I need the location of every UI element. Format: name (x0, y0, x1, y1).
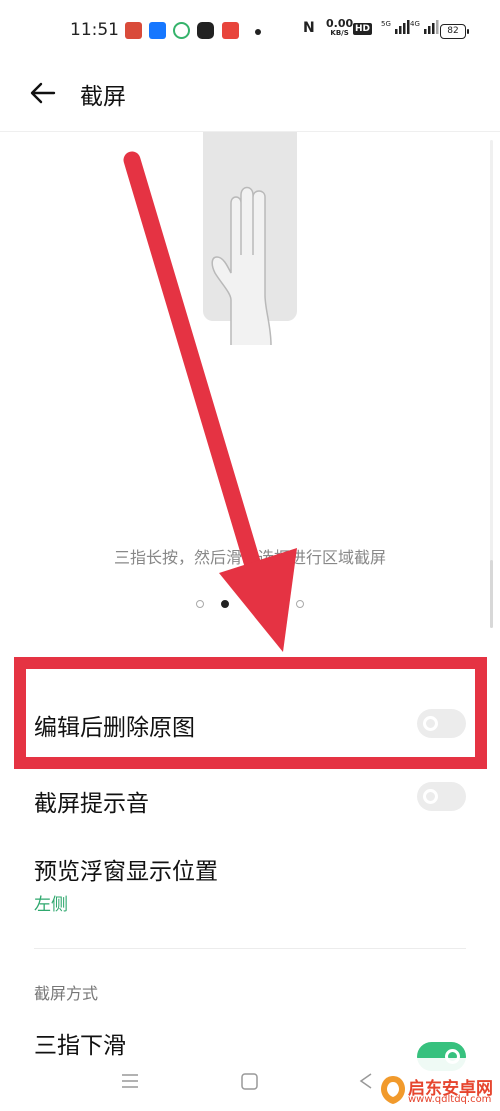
three-finger-hand-icon (211, 186, 272, 345)
home-square-icon[interactable] (240, 1071, 260, 1091)
page-dot[interactable] (246, 600, 254, 608)
section-divider (34, 948, 466, 949)
preview-position-value: 左侧 (34, 895, 68, 915)
watermark-logo-icon (381, 1076, 405, 1104)
toggle-knob (423, 789, 438, 804)
app-notification-icon (149, 22, 166, 39)
page-title: 截屏 (80, 84, 126, 110)
scrollbar[interactable] (490, 140, 493, 628)
menu-icon[interactable] (120, 1071, 140, 1091)
network-speed-unit: KB/S (330, 29, 349, 37)
app-header: 截屏 (0, 68, 500, 118)
app-notification-icon (173, 22, 190, 39)
network-speed: 0.00 KB/S (326, 17, 354, 38)
app-notification-icon (222, 22, 239, 39)
signal-4g-label: 4G (410, 20, 420, 28)
page-dot[interactable] (296, 600, 304, 608)
setting-label: 截屏提示音 (34, 791, 149, 817)
back-arrow-icon[interactable] (28, 78, 58, 108)
network-speed-value: 0.00 (326, 17, 354, 30)
app-notification-icon (197, 22, 214, 39)
page-dot-active[interactable] (221, 600, 229, 608)
status-time: 11:51 (70, 20, 119, 40)
battery-icon: 82 (440, 24, 469, 39)
delete-after-edit-toggle[interactable] (417, 709, 466, 738)
signal-5g-label: 5G (381, 20, 391, 28)
setting-label: 三指下滑 (34, 1033, 126, 1059)
setting-label: 预览浮窗显示位置 (34, 859, 218, 885)
section-title: 截屏方式 (34, 984, 99, 1003)
site-watermark: 启东安卓网 www.qdltdq.com (380, 1072, 500, 1111)
setting-label: 编辑后删除原图 (34, 715, 195, 741)
more-notifications-icon (255, 29, 261, 35)
app-notification-icon (125, 22, 142, 39)
screenshot-sound-toggle[interactable] (417, 782, 466, 811)
back-nav-icon[interactable] (356, 1071, 376, 1091)
page-dot[interactable] (196, 600, 204, 608)
status-bar: 11:51 N 0.00 KB/S HD 5G 4G 82 (0, 0, 500, 64)
page-dot[interactable] (271, 600, 279, 608)
signal-4g-icon: 4G (410, 20, 439, 34)
carousel-caption: 三指长按，然后滑动选框进行区域截屏 (113, 548, 386, 567)
nfc-icon: N (303, 20, 315, 36)
toggle-knob (423, 716, 438, 731)
watermark-url: www.qdltdq.com (408, 1094, 492, 1105)
hd-icon: HD (353, 23, 373, 35)
signal-5g-icon: 5G (381, 20, 410, 34)
